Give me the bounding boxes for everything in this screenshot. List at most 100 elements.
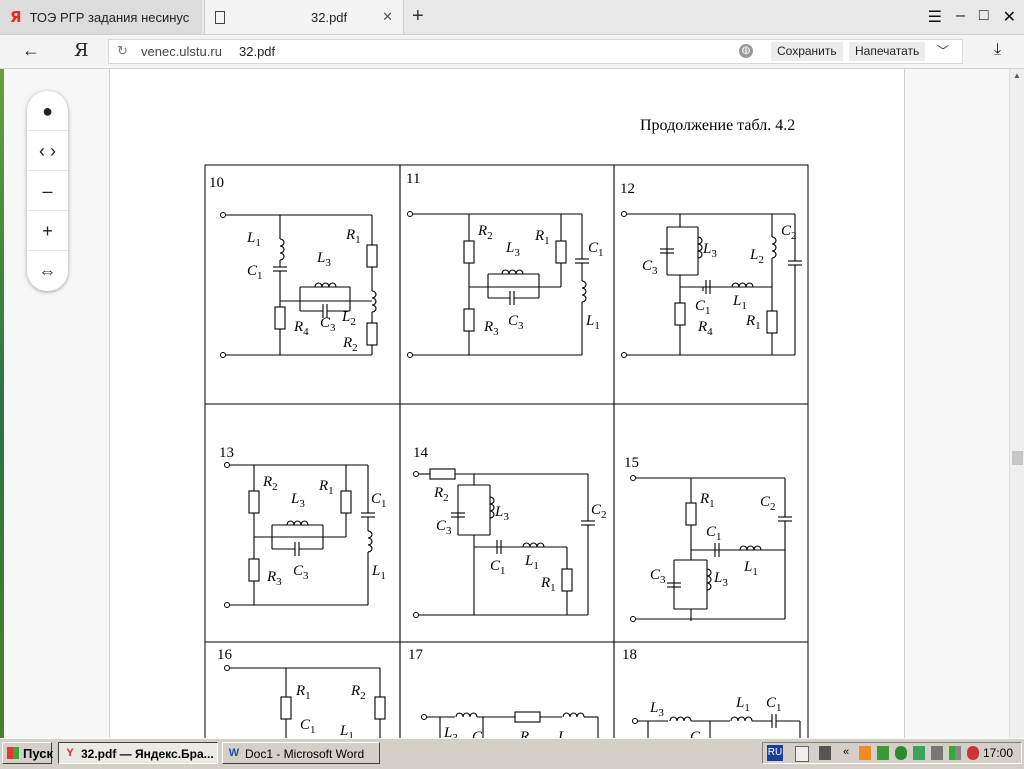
start-button[interactable]: Пуск — [2, 742, 53, 764]
inductor-symbol — [697, 236, 703, 259]
label-subscript: 3 — [652, 265, 658, 277]
document-icon — [215, 10, 225, 24]
component-label: R2 — [342, 335, 358, 354]
resistor-symbol — [274, 306, 286, 330]
component-label: C1 — [371, 491, 387, 510]
inductor-symbol — [739, 545, 762, 551]
address-bar: ← Я ↻ venec.ulstu.ru 32.pdf ◍ Сохранить … — [0, 35, 1024, 69]
component-label: R3 — [266, 569, 282, 588]
tray-app-icon[interactable] — [967, 746, 979, 760]
component-label: C1 — [300, 717, 316, 736]
url-host: venec.ulstu.ru — [141, 44, 222, 59]
tab-pdf[interactable]: 32.pdf ✕ — [204, 0, 404, 34]
globe-icon[interactable]: ◍ — [739, 44, 753, 58]
label-subscript: 3 — [325, 257, 331, 269]
close-window-icon[interactable]: ✕ — [1003, 7, 1016, 27]
resistor-symbol — [555, 240, 567, 264]
resistor-symbol — [429, 468, 456, 480]
url-field[interactable]: ↻ venec.ulstu.ru 32.pdf ◍ Сохранить Напе… — [108, 39, 963, 64]
resistor-symbol — [463, 308, 475, 332]
terminal-symbol — [407, 211, 413, 217]
inductor-symbol — [581, 280, 587, 303]
page-nav-icon[interactable]: ‹ › — [27, 131, 68, 171]
component-label: C2 — [781, 223, 797, 242]
print-button[interactable]: Напечатать — [849, 42, 926, 61]
cell-number: 17 — [408, 647, 424, 663]
antivirus-shield-icon[interactable] — [895, 746, 907, 760]
new-tab-button[interactable]: + — [412, 5, 424, 28]
component-label: L1 — [585, 313, 600, 332]
component-label: C2 — [591, 502, 607, 521]
label-subscript: 1 — [257, 270, 263, 282]
reload-icon[interactable]: ↻ — [117, 43, 128, 59]
maximize-icon[interactable]: □ — [979, 7, 989, 27]
label-subscript: 1 — [380, 570, 386, 582]
zoom-out-icon[interactable]: – — [27, 171, 68, 211]
cell-number: 13 — [219, 445, 234, 461]
window-controls: ☰ – □ ✕ — [928, 7, 1016, 27]
scroll-up-icon[interactable]: ▲ — [1013, 71, 1021, 80]
tab-title: ТОЭ РГР задания несинусоидальн — [29, 9, 190, 25]
terminal-symbol — [630, 616, 636, 622]
task-label: 32.pdf — Яндекс.Бра... — [81, 747, 214, 761]
component-label: L3 — [290, 491, 305, 510]
label-subscript: 2 — [360, 690, 366, 702]
back-icon[interactable]: ← — [22, 40, 40, 61]
component-label: C1 — [588, 240, 604, 259]
component-label: R3 — [483, 319, 499, 338]
label-subscript: 2 — [443, 492, 449, 504]
signal-icon[interactable] — [949, 746, 961, 760]
download-icon[interactable]: ⤓ — [994, 41, 1001, 59]
resistor-symbol — [561, 568, 573, 592]
printer-icon[interactable] — [819, 746, 831, 760]
task-label: Doc1 - Microsoft Word — [245, 747, 365, 761]
minimize-icon[interactable]: – — [956, 7, 965, 27]
component-label: C3 — [320, 315, 336, 334]
resistor-symbol — [248, 490, 260, 514]
language-indicator[interactable]: RU — [767, 745, 783, 761]
terminal-symbol — [407, 352, 413, 358]
label-subscript: 3 — [503, 511, 509, 523]
component-label: L3 — [494, 504, 509, 523]
tray-app-icon[interactable] — [913, 746, 925, 760]
component-label: L2 — [341, 309, 356, 328]
yandex-favicon-icon: Я — [10, 8, 22, 26]
label-subscript: 3 — [514, 247, 520, 259]
resistor-symbol — [674, 302, 686, 326]
zoom-toolbar: ● ‹ › – + ⇔ — [27, 91, 68, 291]
network-icon[interactable] — [931, 746, 943, 760]
help-icon[interactable] — [795, 746, 809, 762]
scrollbar[interactable]: ▲ — [1009, 69, 1024, 738]
close-tab-icon[interactable]: ✕ — [382, 9, 393, 25]
label-subscript: 1 — [255, 237, 261, 249]
taskbar-item-word[interactable]: W Doc1 - Microsoft Word — [222, 742, 380, 764]
label-subscript: 1 — [550, 582, 556, 594]
component-label: R1 — [345, 227, 361, 246]
taskbar-item-browser[interactable]: Y 32.pdf — Яндекс.Бра... — [58, 742, 218, 764]
label-subscript: 3 — [493, 326, 499, 338]
inductor-symbol — [730, 716, 753, 722]
system-tray: RU « 17:00 — [762, 742, 1022, 764]
browser-menu-icon[interactable]: ☰ — [928, 7, 942, 27]
inductor-symbol — [522, 542, 545, 548]
tray-app-icon[interactable] — [877, 746, 889, 760]
cell-number: 14 — [413, 445, 429, 461]
scroll-thumb[interactable] — [1012, 451, 1023, 465]
inductor-symbol — [279, 238, 285, 261]
tab-toe-task[interactable]: Я ТОЭ РГР задания несинусоидальн — [0, 0, 202, 34]
fit-width-icon[interactable]: ⇔ — [27, 251, 68, 291]
tray-app-icon[interactable] — [859, 746, 871, 760]
component-label: C3 — [293, 563, 309, 582]
pointer-mode-icon[interactable]: ● — [27, 91, 68, 131]
chevron-left-icon[interactable]: « — [843, 746, 855, 760]
yandex-browser-icon: Y — [66, 747, 74, 759]
terminal-symbol — [220, 352, 226, 358]
terminal-symbol — [224, 665, 230, 671]
zoom-in-icon[interactable]: + — [27, 211, 68, 251]
component-label: L3 — [713, 570, 728, 589]
chevron-down-icon[interactable]: ﹀ — [937, 42, 949, 59]
save-button[interactable]: Сохранить — [771, 42, 843, 61]
label-subscript: 3 — [658, 707, 664, 719]
label-subscript: 1 — [500, 565, 506, 577]
yandex-logo-icon[interactable]: Я — [74, 40, 89, 61]
